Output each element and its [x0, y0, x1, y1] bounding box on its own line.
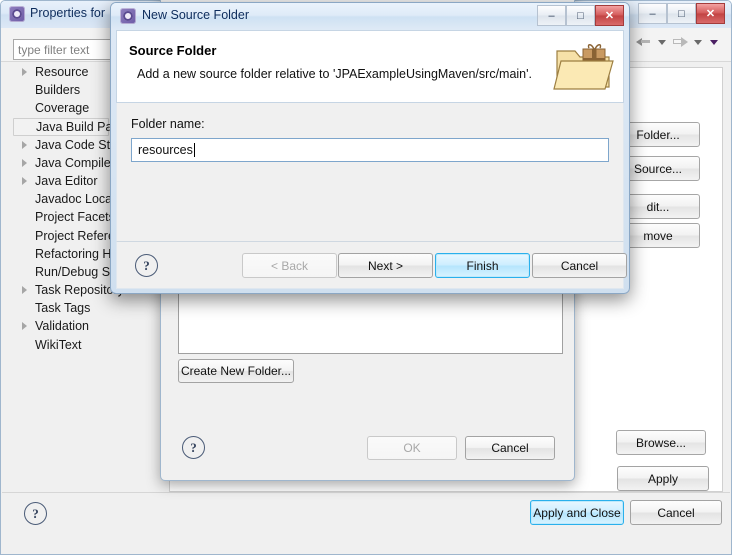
- gear-icon: [9, 6, 25, 22]
- properties-window-title: Properties for: [30, 6, 106, 20]
- create-new-folder-button[interactable]: Create New Folder...: [178, 359, 294, 383]
- minimize-button[interactable]: –: [638, 3, 667, 24]
- dialog-description: Add a new source folder relative to 'JPA…: [137, 67, 532, 81]
- folder-with-gift-icon: [553, 44, 614, 90]
- new-source-folder-cancel-button[interactable]: Cancel: [532, 253, 627, 278]
- tree-item-label: Project Facets: [35, 210, 115, 225]
- dialog-banner: Source Folder Add a new source folder re…: [116, 30, 624, 103]
- chevron-right-icon: [22, 176, 27, 185]
- tree-item-validation[interactable]: Validation: [13, 317, 163, 335]
- chevron-right-icon: [22, 286, 27, 295]
- chevron-right-icon: [22, 322, 27, 331]
- new-source-folder-dialog: New Source Folder – □ ✕ Source Folder Ad…: [110, 2, 630, 294]
- folder-selection-tree[interactable]: [178, 292, 563, 354]
- back-button[interactable]: < Back: [242, 253, 337, 278]
- dialog-body: Folder name: resources: [116, 103, 624, 241]
- folder-name-label: Folder name:: [131, 117, 205, 131]
- gear-icon: [120, 8, 136, 24]
- properties-bottom-bar: ? Apply and Close Cancel: [2, 492, 730, 553]
- folder-selection-ok-button[interactable]: OK: [367, 436, 457, 460]
- forward-arrow-icon[interactable]: [671, 34, 689, 50]
- close-button[interactable]: ✕: [595, 5, 624, 26]
- apply-button[interactable]: Apply: [617, 466, 709, 491]
- tree-item-wikitext[interactable]: WikiText: [13, 336, 163, 354]
- menu-chevron-down-icon[interactable]: [710, 39, 718, 45]
- new-source-folder-title: New Source Folder: [142, 8, 249, 22]
- close-button[interactable]: ✕: [696, 3, 725, 24]
- tree-item-label: Validation: [35, 319, 89, 334]
- tree-item-java-build-path[interactable]: Java Build Path: [13, 117, 123, 136]
- dialog-footer: ? < Back Next > Finish Cancel: [116, 241, 627, 289]
- help-icon[interactable]: ?: [24, 502, 47, 525]
- help-icon[interactable]: ?: [182, 436, 205, 459]
- tree-item-label: Coverage: [35, 101, 90, 116]
- folder-name-value: resources: [138, 143, 193, 157]
- maximize-button[interactable]: □: [667, 3, 696, 24]
- minimize-button[interactable]: –: [537, 5, 566, 26]
- chevron-right-icon: [22, 158, 27, 167]
- maximize-button[interactable]: □: [566, 5, 595, 26]
- tree-item-label: Builders: [35, 83, 81, 98]
- chevron-right-icon: [22, 68, 27, 76]
- tree-item-label: Java Compiler: [35, 155, 115, 170]
- back-arrow-icon[interactable]: [635, 34, 653, 50]
- browse-button[interactable]: Browse...: [616, 430, 706, 455]
- forward-chevron-down-icon[interactable]: [694, 39, 702, 45]
- text-caret: [193, 143, 195, 157]
- new-source-folder-titlebar[interactable]: New Source Folder – □ ✕: [111, 3, 629, 30]
- help-icon[interactable]: ?: [135, 254, 158, 277]
- properties-cancel-button[interactable]: Cancel: [630, 500, 722, 525]
- tree-item-label: Java Editor: [35, 173, 98, 188]
- finish-button[interactable]: Finish: [435, 253, 530, 278]
- chevron-right-icon: [22, 140, 27, 149]
- dialog-headline: Source Folder: [129, 43, 217, 58]
- next-button[interactable]: Next >: [338, 253, 433, 278]
- folder-selection-cancel-button[interactable]: Cancel: [465, 436, 555, 460]
- navigation-group: [635, 34, 721, 50]
- back-chevron-down-icon[interactable]: [658, 39, 666, 45]
- tree-item-label: Task Tags: [35, 301, 91, 316]
- folder-name-input[interactable]: resources: [131, 138, 609, 162]
- apply-and-close-button[interactable]: Apply and Close: [530, 500, 624, 525]
- new-source-folder-window-controls: – □ ✕: [537, 5, 624, 26]
- tree-item-task-tags[interactable]: Task Tags: [13, 299, 163, 317]
- tree-item-label: WikiText: [35, 337, 82, 352]
- properties-window-controls: – □ ✕: [638, 3, 725, 24]
- tree-item-label: Resource: [35, 65, 89, 79]
